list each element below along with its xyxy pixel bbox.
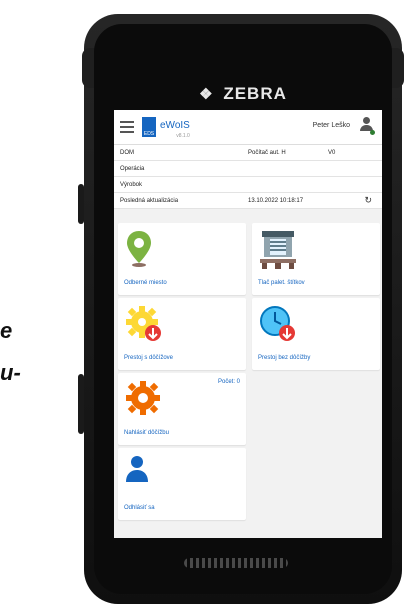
app-title-block: eWoIS v8.1.0 [160,115,190,139]
info-row: Výrobok [114,177,382,193]
app-title: eWoIS [160,120,190,131]
user-avatar[interactable] [358,117,375,135]
info-row: Operácia [114,161,382,177]
tile-count: Počet: 0 [217,379,240,385]
app-screen: EDS eWoIS v8.1.0 Peter Leško DOM Počítač… [114,110,382,538]
info-value: V0 [328,149,336,156]
app-bar: EDS eWoIS v8.1.0 Peter Leško [114,110,382,145]
tile-prestoj-bez-dovodu[interactable]: Prestoj bez dôčížby [252,298,380,370]
action-tiles: Odberné miesto Tlač palet. štítkov Prest… [114,220,382,538]
info-label: DOM [120,149,134,156]
empty-cell [252,373,380,445]
user-name: Peter Leško [312,122,350,129]
tile-label: Tlač palet. štítkov [258,280,305,286]
cropped-caption-line-1: e [0,318,13,343]
menu-icon[interactable] [120,118,134,136]
tile-nahlasit-dovod[interactable]: Počet: 0 Nahlásiť dôčížbu [118,373,246,445]
tile-prestoj-s-dovodom[interactable]: Prestoj s dôčížove [118,298,246,370]
gear-down-icon [126,306,161,341]
device-brand: ❖ ZEBRA [84,84,402,104]
info-row: DOM Počítač aut. H V0 [114,145,382,161]
gear-icon [126,381,160,415]
refresh-icon[interactable]: ↻ [364,195,372,206]
tile-label: Odhlásiť sa [124,505,155,511]
tile-label: Nahlásiť dôčížbu [124,430,169,436]
info-value: Počítač aut. H [248,149,286,156]
person-icon [126,456,148,482]
info-label: Výrobok [120,181,143,188]
device-brand-text: ZEBRA [223,84,287,103]
app-version: v8.1.0 [176,133,190,139]
location-pin-icon [127,231,151,267]
info-label: Posledná aktualizácia [120,197,179,204]
zebra-logo-icon: ❖ [199,86,214,103]
info-label: Operácia [120,165,145,172]
cropped-caption-line-2: u- [0,360,21,385]
info-row: Posledná aktualizácia 13.10.2022 10:18:1… [114,193,382,209]
clock-down-icon [260,306,295,341]
tile-label: Prestoj s dôčížove [124,355,174,361]
speaker-grille [184,558,288,568]
info-table: DOM Počítač aut. H V0 Operácia Výrobok P… [114,145,382,209]
side-button [78,184,84,224]
tile-label: Prestoj bez dôčížby [258,355,311,361]
tile-odberne-miesto[interactable]: Odberné miesto [118,223,246,295]
info-value: 13.10.2022 10:18:17 [248,197,304,204]
tile-tlac-paletovych-stitkov[interactable]: Tlač palet. štítkov [252,223,380,295]
side-button [78,374,84,434]
pallet-printer-icon [260,231,296,269]
tile-odhlasit-sa[interactable]: Odhlásiť sa [118,448,246,520]
app-logo: EDS [142,117,156,137]
tile-label: Odberné miesto [124,280,167,286]
online-status-dot [370,130,375,135]
